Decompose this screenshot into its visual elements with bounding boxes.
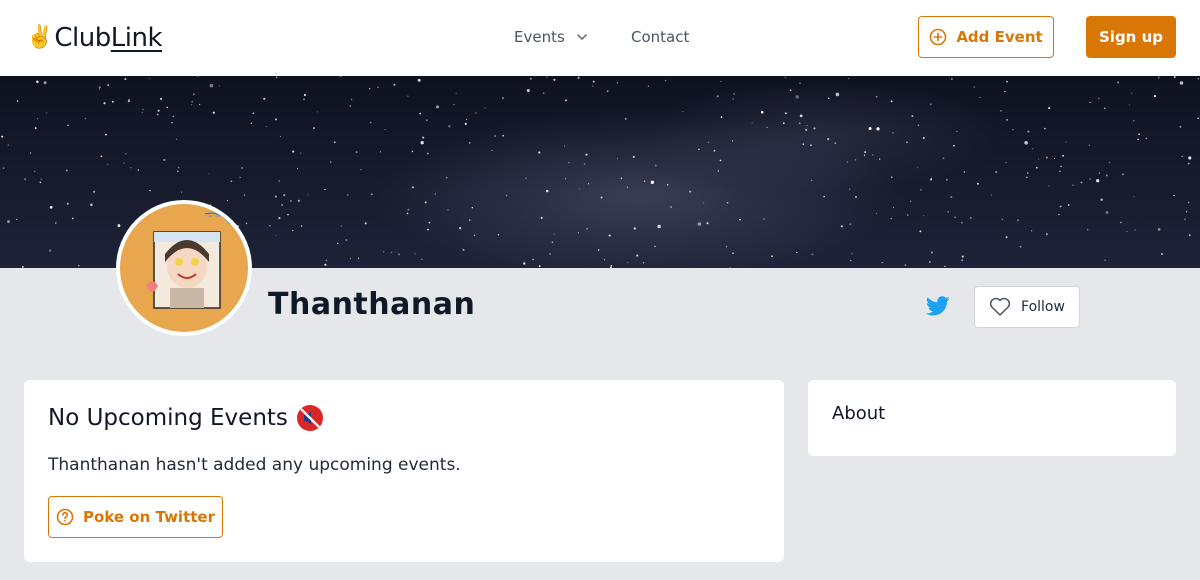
profile-name: Thanthanan <box>268 287 476 322</box>
twitter-icon[interactable] <box>926 296 950 318</box>
sign-up-label: Sign up <box>1099 28 1163 46</box>
logo-text-link: Link <box>110 23 163 53</box>
muted-speaker-icon <box>296 405 323 431</box>
clublink-logo[interactable]: ✌️ Club Link <box>26 22 163 54</box>
chevron-down-icon <box>576 34 587 40</box>
follow-label: Follow <box>1021 299 1065 315</box>
nav-events-dropdown[interactable]: Events <box>514 26 589 48</box>
profile-avatar: ~ ~ <box>116 200 252 336</box>
logo-text-club: Club <box>54 23 111 53</box>
question-circle-icon <box>56 508 74 526</box>
avatar-illustration: ~ ~ <box>146 212 231 309</box>
no-events-message: Thanthanan hasn't added any upcoming eve… <box>48 455 461 475</box>
nav-contact-label: Contact <box>631 28 690 46</box>
follow-button[interactable]: Follow <box>974 286 1080 328</box>
about-title: About <box>832 403 886 424</box>
nav-contact-link[interactable]: Contact <box>631 26 689 48</box>
poke-on-twitter-label: Poke on Twitter <box>83 508 215 526</box>
top-navbar: ✌️ Club Link Events Contact Add Event Si… <box>0 0 1200 76</box>
upcoming-events-title: No Upcoming Events <box>48 405 288 431</box>
victory-hand-icon: ✌️ <box>26 25 54 50</box>
poke-on-twitter-button[interactable]: Poke on Twitter <box>48 496 223 538</box>
plus-circle-icon <box>930 28 947 46</box>
add-event-button[interactable]: Add Event <box>918 16 1054 58</box>
svg-text:~ ~: ~ ~ <box>208 213 220 220</box>
avatar-photo: ~ ~ <box>120 204 248 332</box>
heart-outline-icon <box>989 297 1011 316</box>
nav-events-label: Events <box>514 28 565 46</box>
upcoming-events-heading: No Upcoming Events <box>48 404 324 432</box>
sign-up-button[interactable]: Sign up <box>1086 16 1176 58</box>
add-event-label: Add Event <box>956 28 1043 46</box>
